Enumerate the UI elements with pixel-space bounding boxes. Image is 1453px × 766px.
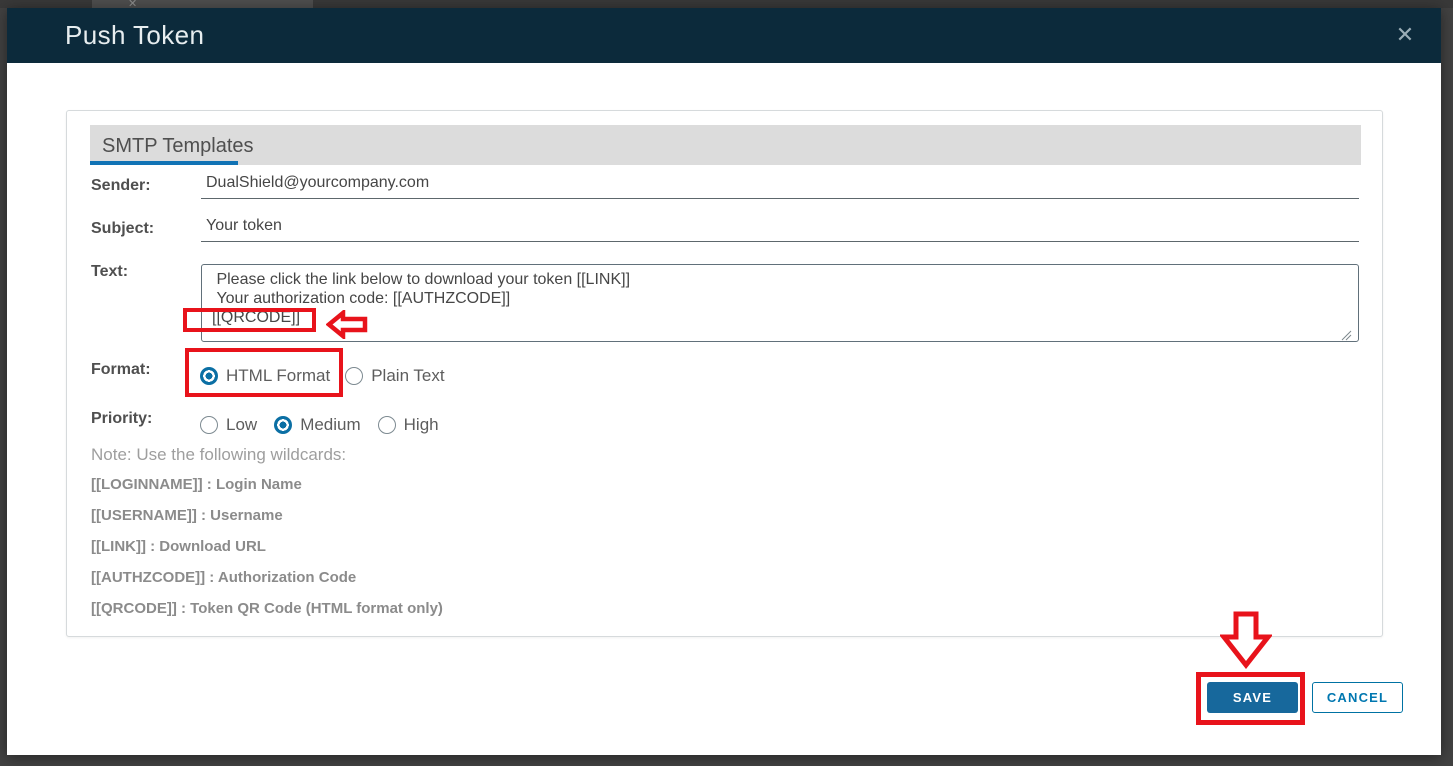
save-button[interactable]: SAVE	[1207, 682, 1298, 713]
radio-unselected-icon[interactable]	[345, 367, 364, 385]
text-input[interactable]: Please click the link below to download …	[201, 264, 1359, 342]
sender-input[interactable]: DualShield@yourcompany.com	[201, 174, 1359, 199]
radio-priority-high[interactable]: High	[377, 415, 439, 435]
radio-html-format[interactable]: HTML Format	[200, 366, 330, 386]
wildcards-list: [[LOGINNAME]] : Login Name [[USERNAME]] …	[91, 474, 443, 629]
sender-label: Sender:	[91, 177, 151, 194]
cancel-button[interactable]: CANCEL	[1312, 682, 1403, 713]
tab-label: SMTP Templates	[102, 135, 254, 157]
wildcard-item: [[LINK]] : Download URL	[91, 538, 266, 555]
tab-smtp-templates[interactable]: SMTP Templates	[90, 125, 266, 165]
dialog-title: Push Token	[65, 20, 205, 50]
subject-label: Subject:	[91, 220, 155, 237]
radio-selected-icon[interactable]	[274, 416, 293, 434]
radio-unselected-icon[interactable]	[377, 416, 396, 434]
radio-plain-text[interactable]: Plain Text	[345, 366, 445, 386]
subject-input[interactable]: Your token	[201, 217, 1359, 242]
wildcard-item: [[QRCODE]] : Token QR Code (HTML format …	[91, 600, 443, 617]
radio-unselected-icon[interactable]	[200, 416, 218, 434]
priority-label: Priority:	[91, 410, 153, 427]
radio-label: Low	[226, 415, 258, 434]
wildcards-note: Note: Use the following wildcards:	[91, 445, 347, 464]
radio-label: Medium	[300, 415, 361, 434]
wildcard-item: [[AUTHZCODE]] : Authorization Code	[91, 569, 357, 586]
dialog-header: Push Token ✕	[7, 8, 1441, 63]
wildcard-item: [[USERNAME]] : Username	[91, 507, 283, 524]
active-tab-underline	[90, 161, 238, 165]
radio-priority-medium[interactable]: Medium	[274, 415, 361, 435]
text-label: Text:	[91, 263, 129, 280]
radio-selected-icon[interactable]	[200, 367, 218, 385]
tab-bar: SMTP Templates	[90, 125, 1361, 165]
priority-radio-group: Low Medium High	[200, 415, 439, 435]
radio-label: Plain Text	[371, 366, 445, 385]
radio-priority-low[interactable]: Low	[200, 415, 257, 435]
radio-label: HTML Format	[226, 366, 331, 385]
push-token-dialog: Push Token ✕ SMTP Templates Sender: Dual…	[7, 8, 1441, 755]
background-tab-close-icon: ✕	[128, 0, 138, 8]
radio-label: High	[403, 415, 439, 434]
wildcard-item: [[LOGINNAME]] : Login Name	[91, 476, 302, 493]
close-icon[interactable]: ✕	[1391, 21, 1419, 49]
format-radio-group: HTML Format Plain Text	[200, 366, 445, 386]
background-top-strip: ✕	[0, 0, 1453, 8]
background-tab: ✕	[92, 0, 313, 8]
format-label: Format:	[91, 361, 151, 378]
smtp-template-card: SMTP Templates Sender: DualShield@yourco…	[66, 110, 1383, 637]
textarea-resize-handle-icon[interactable]	[1340, 329, 1352, 341]
